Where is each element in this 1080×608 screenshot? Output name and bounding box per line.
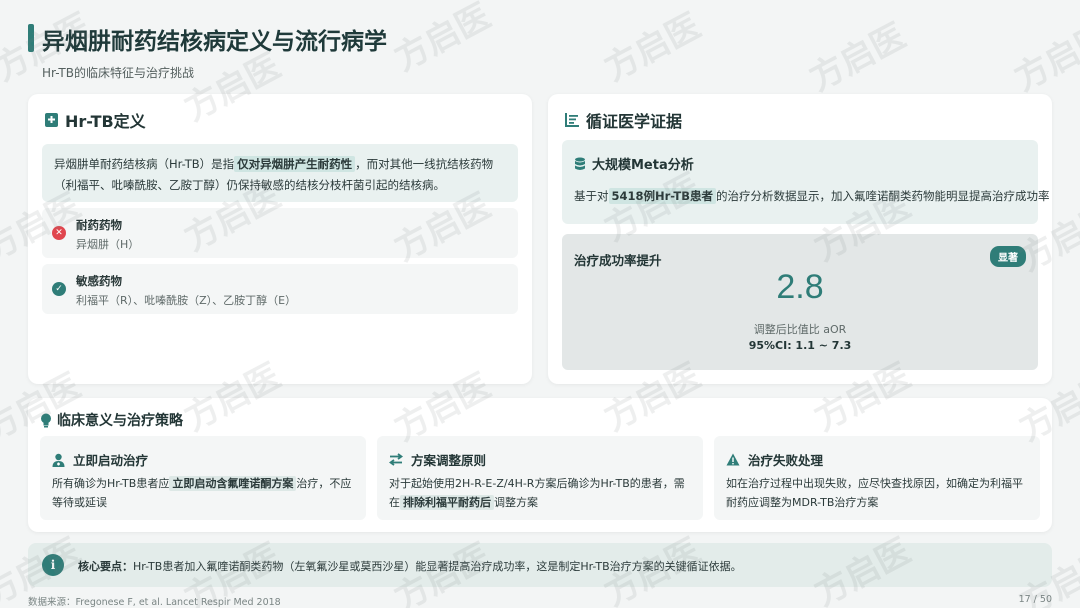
strategy-item-immediate: 立即启动治疗 所有确诊为Hr-TB患者应 立即启动含氟喹诺酮方案 治疗，不应等待或延… — [40, 436, 366, 520]
aor-label: 调整后比值比 aOR — [753, 323, 847, 336]
sensitive-drug-title: 敏感药物 — [76, 274, 122, 288]
book-medical-icon — [44, 112, 59, 128]
lightbulb-icon — [40, 413, 52, 428]
user-doctor-icon — [52, 453, 65, 467]
exchange-arrows-icon — [389, 453, 403, 466]
strategy-item-adjust: 方案调整原则 对于起始使用2H-R-E-Z/4H-R方案后确诊为Hr-TB的患者… — [377, 436, 703, 520]
definition-card-header: Hr-TB定义 — [44, 108, 146, 132]
strategy-item-text: 如在治疗过程中出现失败，应尽快查找原因，如确定为利福平耐药应调整为MDR-TB治… — [726, 474, 1032, 512]
meta-text-part: 基于对 — [574, 189, 609, 203]
significance-badge: 显著 — [990, 246, 1026, 267]
page-title: 异烟肼耐药结核病定义与流行病学 — [42, 29, 387, 55]
data-source: 数据来源：Fregonese F, et al. Lancet Respir M… — [28, 597, 281, 608]
confidence-interval: 95%CI: 1.1 ~ 7.3 — [748, 339, 852, 352]
meta-text-part: 的治疗分析数据显示，加入氟喹诺酮类药物能明显提高治疗成功率 — [716, 189, 1050, 203]
strategy-item-header: 立即启动治疗 — [52, 450, 148, 469]
key-point-text: 核心要点：Hr-TB患者加入氟喹诺酮类药物（左氧氟沙星或莫西沙星）能显著提高治疗… — [78, 558, 742, 574]
definition-card: Hr-TB定义 异烟肼单耐药结核病（Hr-TB）是指 仅对异烟肼产生耐药性 ，而对其… — [28, 94, 532, 384]
sensitive-drug-list: 利福平（R）、吡嗪酰胺（Z）、乙胺丁醇（E） — [76, 294, 297, 307]
strategy-text-part: 如在治疗过程中出现失败，应尽快查找原因，如确定为利福平耐药应调整为MDR-TB治… — [726, 477, 1023, 509]
page-number: 17 / 50 — [1018, 594, 1052, 605]
key-point-label: 核心要点： — [78, 560, 133, 573]
resistant-drug-item: ✕ 耐药药物 异烟肼（H） — [42, 208, 518, 258]
resistant-drug-title: 耐药药物 — [76, 218, 122, 232]
strategy-item-failure: 治疗失败处理 如在治疗过程中出现失败，应尽快查找原因，如确定为利福平耐药应调整为… — [714, 436, 1040, 520]
watermark-text: 方启医 — [388, 0, 498, 80]
strategy-item-header: 方案调整原则 — [389, 450, 486, 469]
watermark-text: 方启医 — [1008, 15, 1080, 100]
key-point-body: Hr-TB患者加入氟喹诺酮类药物（左氧氟沙星或莫西沙星）能显著提高治疗成功率，这… — [133, 560, 742, 573]
evidence-card: 循证医学证据 大规模Meta分析 基于对 5418例Hr-TB患者 的治疗分析数据显… — [548, 94, 1052, 384]
strategy-item-header: 治疗失败处理 — [726, 450, 823, 469]
database-icon — [574, 157, 586, 171]
strategy-item-title: 立即启动治疗 — [73, 453, 149, 468]
strategy-highlight: 立即启动含氟喹诺酮方案 — [169, 476, 297, 491]
key-point-box: i 核心要点：Hr-TB患者加入氟喹诺酮类药物（左氧氟沙星或莫西沙星）能显著提高… — [28, 543, 1052, 587]
definition-highlight: 仅对异烟肼产生耐药性 — [234, 156, 356, 172]
watermark-text: 方启医 — [598, 5, 708, 90]
evidence-card-title: 循证医学证据 — [586, 112, 683, 131]
strategy-item-title: 方案调整原则 — [411, 453, 487, 468]
strategy-title: 临床意义与治疗策略 — [57, 413, 183, 429]
meta-analysis-text: 基于对 5418例Hr-TB患者 的治疗分析数据显示，加入氟喹诺酮类药物能明显提高治… — [574, 188, 1050, 204]
warning-triangle-icon — [726, 453, 740, 466]
definition-text-part: 异烟肼单耐药结核病（Hr-TB）是指 — [54, 157, 235, 171]
info-icon: i — [42, 554, 64, 576]
strategy-text-part: 所有确诊为Hr-TB患者应 — [52, 477, 170, 490]
evidence-card-header: 循证医学证据 — [564, 108, 682, 132]
meta-analysis-header: 大规模Meta分析 — [574, 154, 694, 173]
meta-analysis-box: 大规模Meta分析 基于对 5418例Hr-TB患者 的治疗分析数据显示，加入氟喹诺… — [562, 140, 1050, 224]
strategy-text-part: 调整方案 — [494, 496, 538, 509]
success-rate-box: 治疗成功率提升 显著 2.8 调整后比值比 aOR 95%CI: 1.1 ~ 7… — [562, 234, 1038, 370]
success-rate-title: 治疗成功率提升 — [574, 253, 662, 268]
definition-card-title: Hr-TB定义 — [65, 112, 146, 131]
strategy-item-text: 对于起始使用2H-R-E-Z/4H-R方案后确诊为Hr-TB的患者，需在 排除利福… — [389, 474, 695, 512]
aor-value: 2.8 — [776, 268, 824, 306]
cross-circle-icon: ✕ — [52, 226, 66, 240]
definition-text: 异烟肼单耐药结核病（Hr-TB）是指 仅对异烟肼产生耐药性 ，而对其他一线抗结核药物… — [42, 144, 518, 202]
strategy-header: 临床意义与治疗策略 — [40, 410, 183, 430]
meta-analysis-title: 大规模Meta分析 — [592, 158, 694, 173]
strategy-item-text: 所有确诊为Hr-TB患者应 立即启动含氟喹诺酮方案 治疗，不应等待或延误 — [52, 474, 358, 512]
meta-highlight: 5418例Hr-TB患者 — [608, 188, 716, 204]
sensitive-drug-item: ✓ 敏感药物 利福平（R）、吡嗪酰胺（Z）、乙胺丁醇（E） — [42, 264, 518, 314]
page-subtitle: Hr-TB的临床特征与治疗挑战 — [42, 66, 194, 80]
strategy-highlight: 排除利福平耐药后 — [400, 495, 494, 510]
resistant-drug-list: 异烟肼（H） — [76, 238, 140, 251]
check-circle-icon: ✓ — [52, 282, 66, 296]
list-chart-icon — [564, 112, 580, 128]
watermark-text: 方启医 — [803, 15, 913, 100]
strategy-item-title: 治疗失败处理 — [748, 453, 824, 468]
title-accent-bar — [28, 24, 34, 52]
